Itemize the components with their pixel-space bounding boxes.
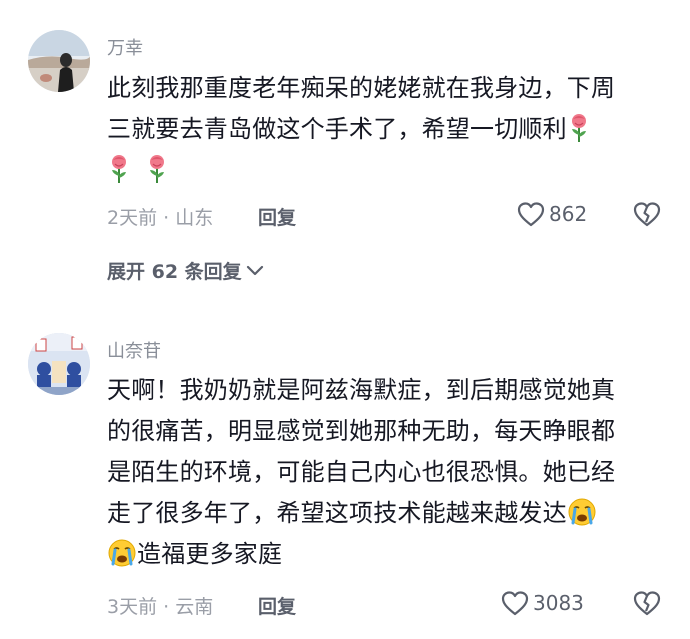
broken-heart-icon[interactable]	[632, 200, 662, 228]
expand-replies-label: 展开 62 条回复	[107, 261, 242, 283]
expand-replies-button[interactable]: 展开 62 条回复	[107, 257, 264, 284]
reply-button[interactable]: 回复	[258, 203, 296, 230]
heart-icon	[517, 202, 545, 227]
timestamp-location: 2天前 · 山东	[107, 207, 214, 229]
like-button[interactable]: 862	[516, 200, 587, 228]
rose-emoji	[112, 155, 126, 183]
comment-line: 三就要去青岛做这个手术了，希望一切顺利	[107, 109, 652, 150]
crying-emoji	[568, 498, 596, 526]
comment-text: 天啊！我奶奶就是阿兹海默症，到后期感觉她真 的很痛苦，明显感觉到她那种无助，每天…	[107, 370, 652, 575]
avatar[interactable]	[28, 333, 90, 395]
comment-text: 此刻我那重度老年痴呆的姥姥就在我身边，下周 三就要去青岛做这个手术了，希望一切顺…	[107, 68, 652, 191]
like-count: 3083	[533, 591, 584, 615]
avatar[interactable]	[28, 30, 90, 92]
username[interactable]: 山奈苷	[107, 337, 161, 363]
comment-line: 走了很多年了，希望这项技术能越来越发达	[107, 493, 652, 534]
like-count: 862	[549, 202, 588, 226]
username[interactable]: 万幸	[107, 34, 143, 60]
timestamp-location: 3天前 · 云南	[107, 596, 214, 618]
crying-emoji	[108, 539, 136, 567]
rose-emoji	[150, 155, 164, 183]
comment-line: 是陌生的环境，可能自己内心也很恐惧。她已经	[107, 458, 616, 486]
comment-line	[107, 150, 652, 191]
comment-line: 造福更多家庭	[107, 534, 652, 575]
like-button[interactable]: 3083	[500, 589, 584, 617]
chevron-down-icon	[246, 265, 263, 275]
comment-line: 此刻我那重度老年痴呆的姥姥就在我身边，下周	[107, 74, 616, 102]
reply-button[interactable]: 回复	[258, 592, 296, 619]
comment-line: 天啊！我奶奶就是阿兹海默症，到后期感觉她真	[107, 376, 616, 404]
broken-heart-icon[interactable]	[632, 589, 662, 617]
comment-line: 的很痛苦，明显感觉到她那种无助，每天睁眼都	[107, 417, 616, 445]
heart-icon	[501, 591, 529, 616]
rose-emoji	[571, 114, 586, 142]
